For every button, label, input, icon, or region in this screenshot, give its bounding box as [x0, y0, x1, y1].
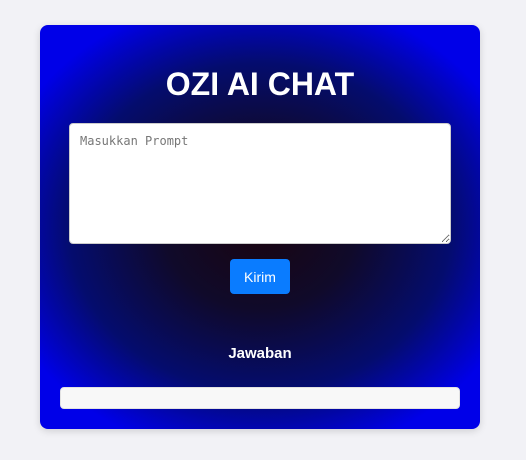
page-title: OZI AI CHAT — [165, 66, 355, 102]
answer-output — [60, 387, 460, 409]
answer-heading: Jawaban — [228, 345, 292, 362]
send-button[interactable]: Kirim — [230, 259, 290, 294]
prompt-input[interactable] — [69, 123, 451, 244]
chat-card: OZI AI CHAT Kirim Jawaban — [40, 25, 480, 429]
